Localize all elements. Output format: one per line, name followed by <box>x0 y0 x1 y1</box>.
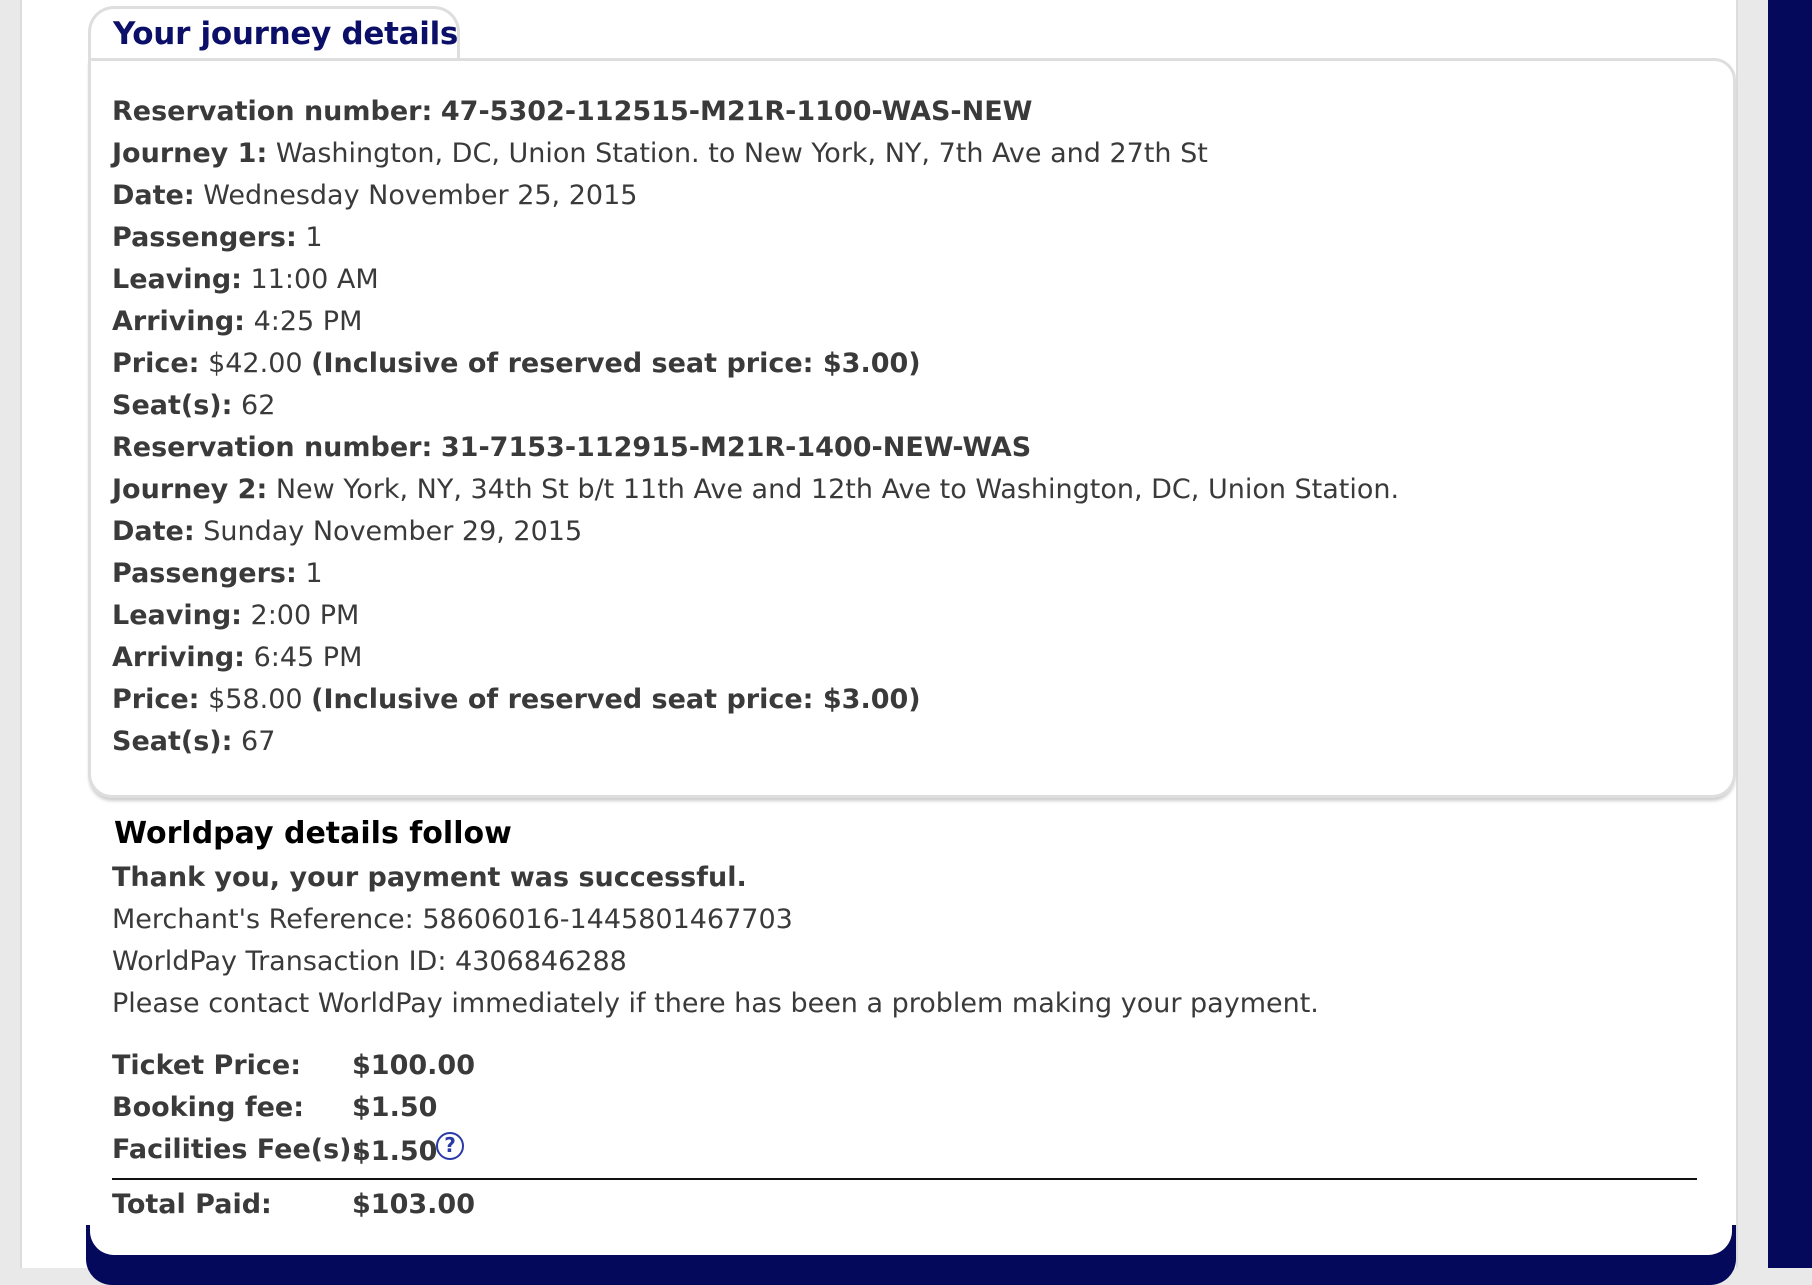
total-paid-label: Total Paid: <box>112 1189 272 1220</box>
reservation-number-2: Reservation number: 31-7153-112915-M21R-… <box>112 432 1032 463</box>
journey-2-leaving: Leaving: 2:00 PM <box>112 600 360 631</box>
journey-details-title: Your journey details <box>113 16 459 52</box>
journey-2-seats: Seat(s): 67 <box>112 726 276 757</box>
journey-1-seats: Seat(s): 62 <box>112 390 276 421</box>
reservation-number-value: 31-7153-112915-M21R-1400-NEW-WAS <box>440 432 1032 463</box>
reservation-number-1: Reservation number: 47-5302-112515-M21R-… <box>112 96 1033 127</box>
worldpay-section-title: Worldpay details follow <box>114 816 512 851</box>
total-paid-value: $103.00 <box>352 1189 475 1220</box>
journey-1-leaving: Leaving: 11:00 AM <box>112 264 379 295</box>
contact-note: Please contact WorldPay immediately if t… <box>112 988 1319 1019</box>
journey-1-price: Price: $42.00 (Inclusive of reserved sea… <box>112 348 921 379</box>
journey-2-arriving: Arriving: 6:45 PM <box>112 642 363 673</box>
transaction-id: WorldPay Transaction ID: 4306846288 <box>112 946 627 977</box>
booking-fee-value: $1.50 <box>352 1092 438 1123</box>
journey-1-date: Date: Wednesday November 25, 2015 <box>112 180 638 211</box>
payment-success-message: Thank you, your payment was successful. <box>112 862 747 893</box>
journey-2-route: Journey 2: New York, NY, 34th St b/t 11t… <box>112 474 1400 505</box>
bottom-navy-band <box>86 1185 1736 1285</box>
facilities-fee-label: Facilities Fee(s): <box>112 1134 363 1165</box>
booking-fee-label: Booking fee: <box>112 1092 305 1123</box>
journey-2-date: Date: Sunday November 29, 2015 <box>112 516 583 547</box>
total-divider <box>112 1178 1697 1180</box>
journey-2-price: Price: $58.00 (Inclusive of reserved sea… <box>112 684 921 715</box>
reservation-number-value: 47-5302-112515-M21R-1100-WAS-NEW <box>440 96 1033 127</box>
merchant-reference: Merchant's Reference: 58606016-144580146… <box>112 904 793 935</box>
journey-2-passengers: Passengers: 1 <box>112 558 323 589</box>
facilities-fee-value: $1.50 <box>352 1136 438 1167</box>
ticket-price-value: $100.00 <box>352 1050 475 1081</box>
question-circle-icon[interactable]: ? <box>436 1132 464 1160</box>
right-navy-band <box>1768 0 1812 1268</box>
ticket-price-label: Ticket Price: <box>112 1050 301 1081</box>
journey-1-arriving: Arriving: 4:25 PM <box>112 306 363 337</box>
journey-1-passengers: Passengers: 1 <box>112 222 323 253</box>
journey-1-route: Journey 1: Washington, DC, Union Station… <box>112 138 1208 169</box>
